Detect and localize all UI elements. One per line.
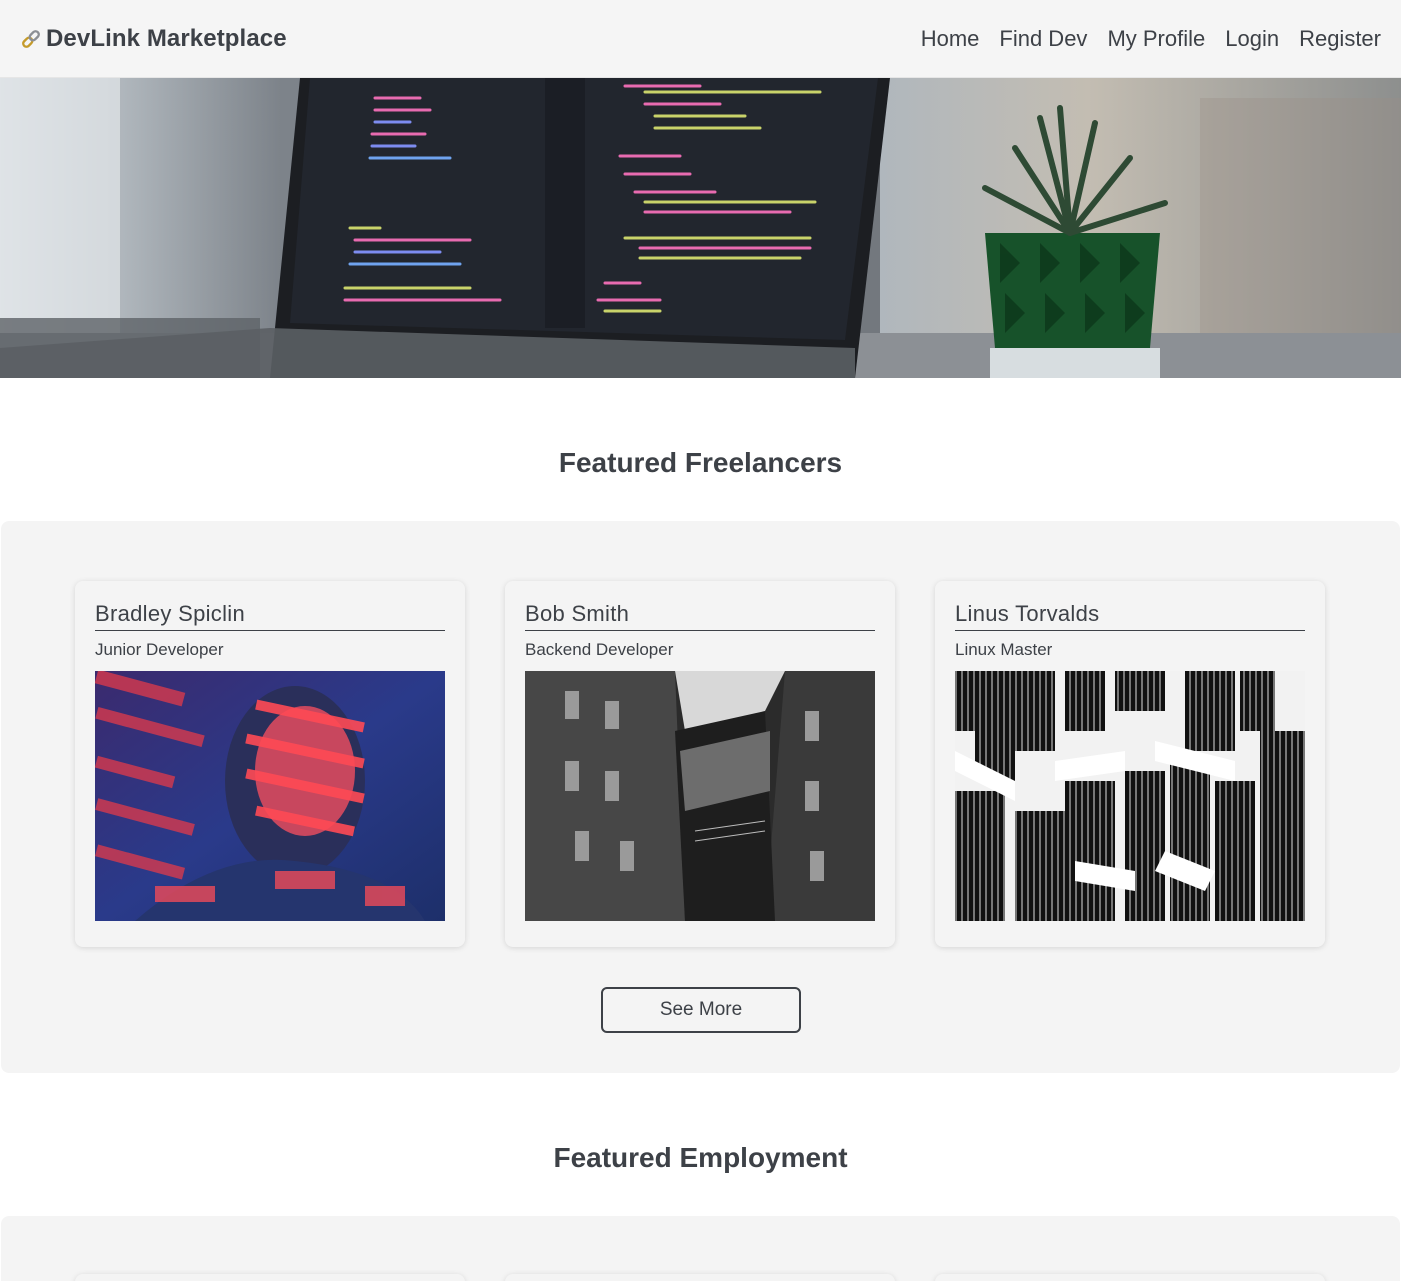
employment-card[interactable] xyxy=(935,1274,1325,1281)
freelancer-card[interactable]: Linus Torvalds Linux Master xyxy=(935,581,1325,947)
link-icon xyxy=(22,29,40,48)
nav-home[interactable]: Home xyxy=(921,26,980,52)
employment-card[interactable] xyxy=(505,1274,895,1281)
featured-freelancers-title: Featured Freelancers xyxy=(558,447,843,478)
nav-find-dev[interactable]: Find Dev xyxy=(999,26,1087,52)
laptop-code-illustration xyxy=(0,78,1401,378)
freelancer-card[interactable]: Bob Smith Backend Developer xyxy=(505,581,895,947)
nav-login[interactable]: Login xyxy=(1225,26,1279,52)
freelancer-card[interactable]: Bradley Spiclin Junior Developer xyxy=(75,581,465,947)
courtyard-photo[interactable] xyxy=(525,671,875,921)
employment-card[interactable] xyxy=(75,1274,465,1281)
freelancer-name[interactable]: Bob Smith xyxy=(525,601,875,631)
hero-banner-image xyxy=(0,78,1401,378)
freelancer-role: Linux Master xyxy=(955,640,1053,659)
freelancer-role: Junior Developer xyxy=(95,640,224,659)
neon-portrait-photo[interactable] xyxy=(95,671,445,921)
featured-employment-title: Featured Employment xyxy=(553,1142,848,1173)
freelancers-panel: Bradley Spiclin Junior Developer Bob Smi… xyxy=(1,521,1400,1073)
nav-register[interactable]: Register xyxy=(1299,26,1381,52)
see-more-button[interactable]: See More xyxy=(601,987,801,1033)
freelancer-role: Backend Developer xyxy=(525,640,674,659)
nav-my-profile[interactable]: My Profile xyxy=(1107,26,1205,52)
main-nav: Home Find Dev My Profile Login Register xyxy=(921,26,1381,52)
freelancer-name[interactable]: Bradley Spiclin xyxy=(95,601,445,631)
employment-panel xyxy=(1,1216,1400,1281)
navbar: DevLink Marketplace Home Find Dev My Pro… xyxy=(0,0,1401,78)
brand-name: DevLink Marketplace xyxy=(46,24,287,52)
freelancer-name[interactable]: Linus Torvalds xyxy=(955,601,1305,631)
brand-link[interactable]: DevLink Marketplace xyxy=(20,25,287,53)
abstract-architecture-photo[interactable] xyxy=(955,671,1305,921)
